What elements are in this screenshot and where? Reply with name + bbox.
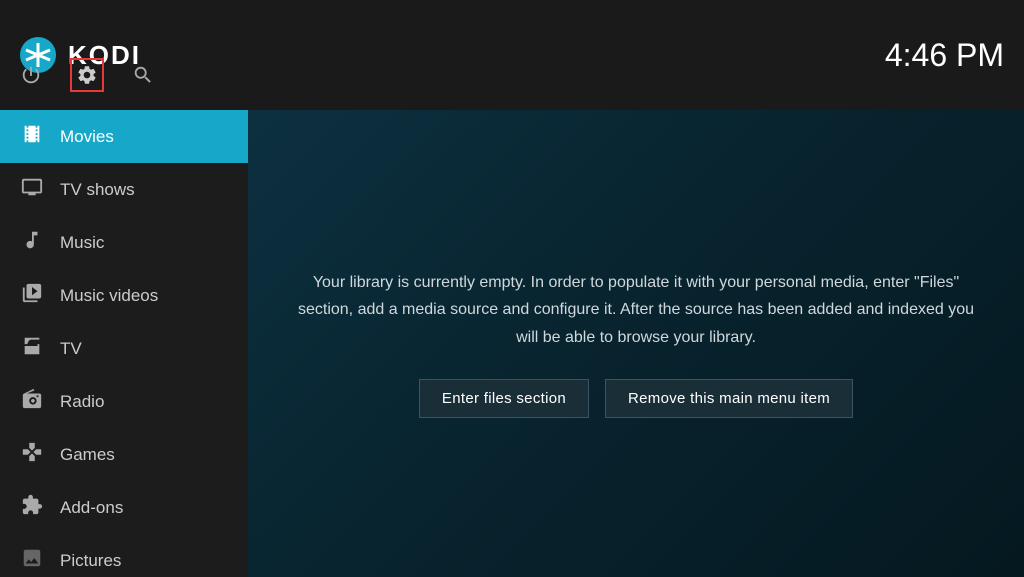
sidebar-item-musicvideos-label: Music videos bbox=[60, 286, 158, 306]
tvshows-icon bbox=[20, 176, 44, 203]
sidebar-item-radio-label: Radio bbox=[60, 392, 104, 412]
content-buttons: Enter files section Remove this main men… bbox=[419, 379, 853, 418]
sidebar-item-addons[interactable]: Add-ons bbox=[0, 481, 248, 534]
sidebar-item-tv-label: TV bbox=[60, 339, 82, 359]
sidebar-item-games[interactable]: Games bbox=[0, 428, 248, 481]
movies-icon bbox=[20, 123, 44, 150]
radio-icon bbox=[20, 388, 44, 415]
games-icon bbox=[20, 441, 44, 468]
pictures-icon bbox=[20, 547, 44, 574]
power-icon[interactable] bbox=[20, 64, 42, 86]
sidebar-item-movies[interactable]: Movies bbox=[0, 110, 248, 163]
enter-files-section-button[interactable]: Enter files section bbox=[419, 379, 589, 418]
sidebar-item-tv[interactable]: TV bbox=[0, 322, 248, 375]
sidebar-item-musicvideos[interactable]: Music videos bbox=[0, 269, 248, 322]
library-empty-message: Your library is currently empty. In orde… bbox=[288, 269, 984, 351]
musicvideos-icon bbox=[20, 282, 44, 309]
clock: 4:46 PM bbox=[885, 37, 1004, 74]
sidebar-item-tvshows-label: TV shows bbox=[60, 180, 135, 200]
sidebar-item-games-label: Games bbox=[60, 445, 115, 465]
sidebar-item-tvshows[interactable]: TV shows bbox=[0, 163, 248, 216]
sidebar-item-pictures[interactable]: Pictures bbox=[0, 534, 248, 577]
sidebar-item-addons-label: Add-ons bbox=[60, 498, 123, 518]
sidebar-item-radio[interactable]: Radio bbox=[0, 375, 248, 428]
sidebar-item-music-label: Music bbox=[60, 233, 104, 253]
sidebar-item-pictures-label: Pictures bbox=[60, 551, 121, 571]
addons-icon bbox=[20, 494, 44, 521]
header: KODI 4:46 PM bbox=[0, 0, 1024, 110]
sidebar: Movies TV shows Music bbox=[0, 110, 248, 577]
sidebar-item-movies-label: Movies bbox=[60, 127, 114, 147]
content-area: Your library is currently empty. In orde… bbox=[248, 110, 1024, 577]
sidebar-item-music[interactable]: Music bbox=[0, 216, 248, 269]
main-area: Movies TV shows Music bbox=[0, 110, 1024, 577]
settings-icon[interactable] bbox=[70, 58, 104, 92]
tv-icon bbox=[20, 335, 44, 362]
search-icon[interactable] bbox=[132, 64, 154, 86]
remove-main-menu-item-button[interactable]: Remove this main menu item bbox=[605, 379, 853, 418]
music-icon bbox=[20, 229, 44, 256]
